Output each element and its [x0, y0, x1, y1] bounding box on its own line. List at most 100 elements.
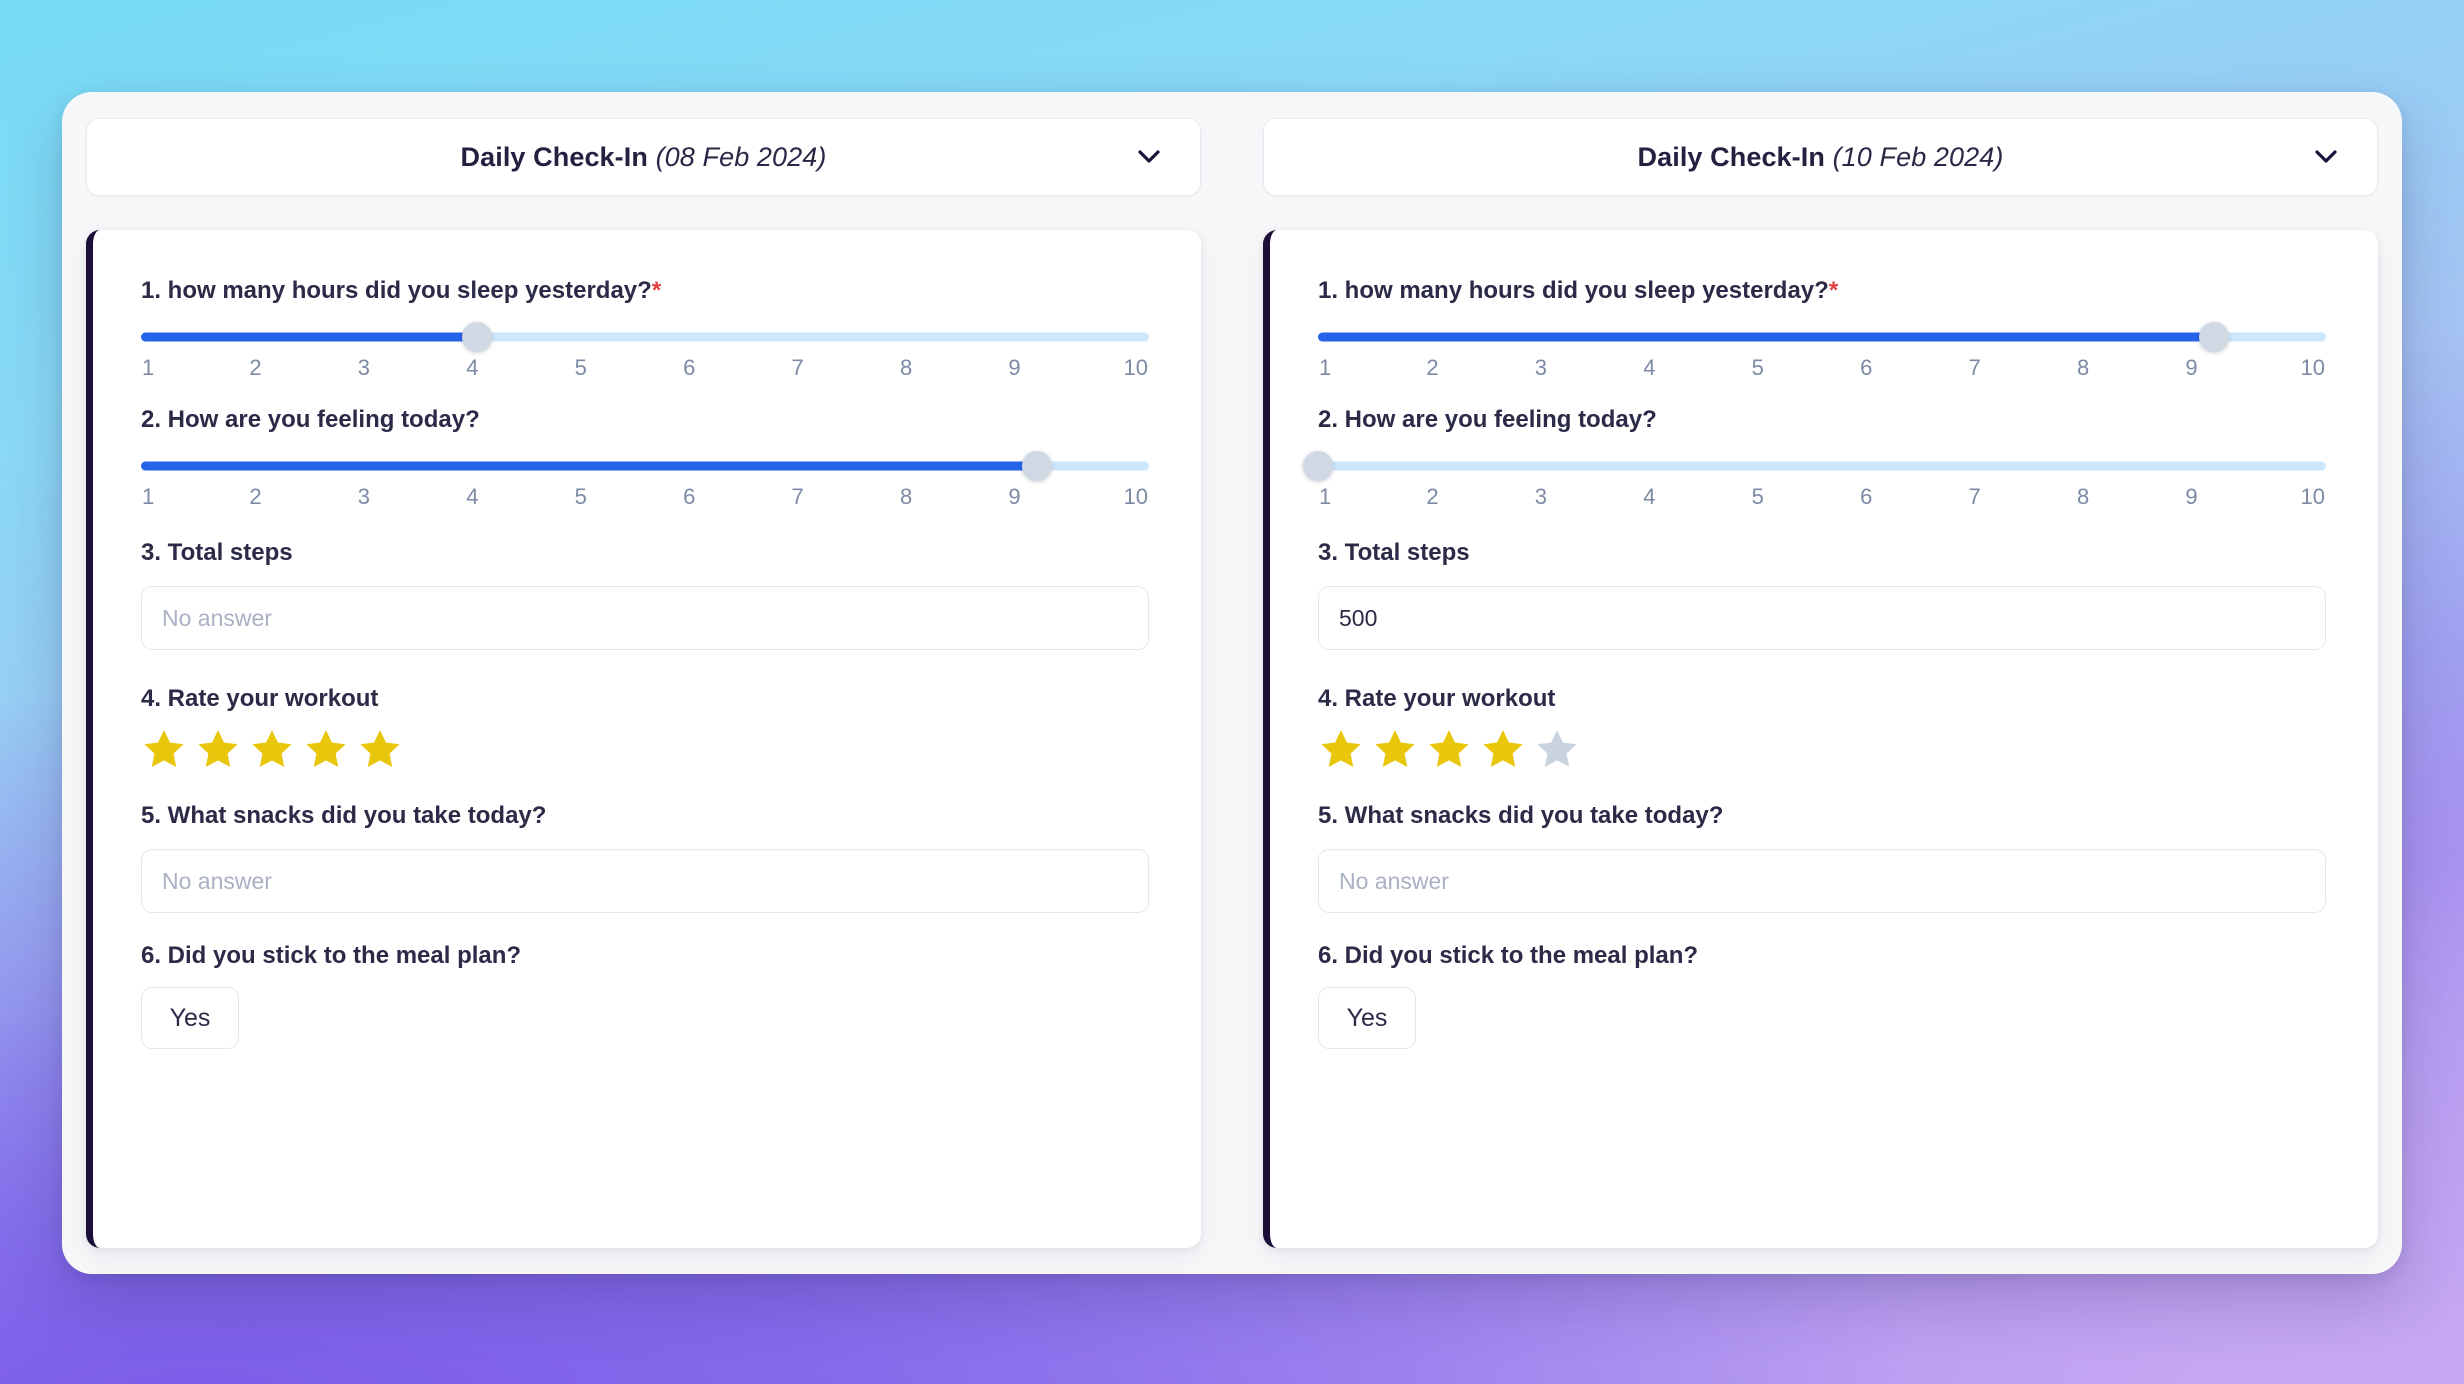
question-block: 2. How are you feeling today? 1 2 3 4 5 6 7 8 9 10 [141, 405, 1149, 510]
choice-wrapper: Yes [141, 971, 1149, 1049]
slider-tick-label: 7 [791, 355, 804, 380]
required-asterisk: * [651, 277, 662, 304]
required-asterisk: * [1828, 277, 1839, 304]
question-label: 5. What snacks did you take today? [141, 801, 1149, 831]
slider-tick-label: 6 [683, 484, 696, 509]
star-icon[interactable] [1426, 727, 1472, 773]
slider[interactable]: 1 2 3 4 5 6 7 8 9 10 [1318, 306, 2326, 381]
slider-tick-label: 6 [1860, 355, 1873, 380]
answers-card: 1. how many hours did you sleep yesterda… [86, 230, 1201, 1248]
question-label: 2. How are you feeling today? [1318, 405, 2326, 435]
star-icon[interactable] [357, 727, 403, 773]
checkin-column: Daily Check-In (08 Feb 2024) 1. how many … [86, 118, 1201, 1248]
slider-thumb[interactable] [462, 322, 492, 352]
star-icon[interactable] [1318, 727, 1364, 773]
slider-tick-label: 7 [1968, 484, 1981, 509]
slider[interactable]: 1 2 3 4 5 6 7 8 9 10 [1303, 435, 2326, 510]
text-field-wrapper: No answer [141, 568, 1149, 650]
text-field-wrapper: 500 [1318, 568, 2326, 650]
slider-tick-label: 6 [1860, 484, 1873, 509]
slider-fill [141, 332, 477, 342]
chevron-down-icon[interactable] [1138, 146, 1160, 168]
slider-tick-label: 5 [574, 484, 587, 509]
slider-thumb[interactable] [2199, 322, 2229, 352]
question-label: 4. Rate your workout [1318, 684, 2326, 714]
question-label: 5. What snacks did you take today? [1318, 801, 2326, 831]
question-text: 3. Total steps [141, 539, 293, 566]
star-rating[interactable] [141, 714, 1149, 773]
chevron-down-icon[interactable] [2315, 146, 2337, 168]
star-rating[interactable] [1318, 714, 2326, 773]
slider-track-row[interactable] [1318, 322, 2326, 352]
star-icon[interactable] [249, 727, 295, 773]
checkin-header-0[interactable]: Daily Check-In (08 Feb 2024) [86, 118, 1201, 196]
question-text: 3. Total steps [1318, 539, 1470, 566]
answer-text-input[interactable]: 500 [1318, 586, 2326, 650]
answer-text-input[interactable]: No answer [141, 586, 1149, 650]
star-icon[interactable] [1372, 727, 1418, 773]
slider-tick-label: 8 [2076, 484, 2090, 509]
checkin-header-1[interactable]: Daily Check-In (10 Feb 2024) [1263, 118, 2378, 196]
slider-fill [1318, 332, 2214, 342]
slider-tick-label: 10 [2300, 484, 2325, 509]
slider-tick-label: 4 [1643, 355, 1656, 380]
slider-tick-label: 2 [1426, 484, 1439, 509]
answer-placeholder: No answer [162, 604, 272, 631]
slider-tick-label: 8 [899, 484, 913, 509]
slider-tick-label: 9 [1008, 484, 1021, 509]
question-label: 1. how many hours did you sleep yesterda… [141, 276, 1149, 306]
slider[interactable]: 1 2 3 4 5 6 7 8 9 10 [141, 306, 1149, 381]
question-text: 6. Did you stick to the meal plan? [1318, 942, 1699, 969]
question-label: 3. Total steps [141, 538, 1149, 568]
question-text: 2. How are you feeling today? [141, 406, 480, 433]
checkin-name: Daily Check-In [1637, 141, 1825, 172]
slider-track [1318, 461, 2326, 471]
slider-tick-label: 5 [1751, 484, 1764, 509]
question-block: 6. Did you stick to the meal plan? Yes [1318, 941, 2326, 1049]
slider-track-row[interactable] [141, 451, 1149, 481]
slider-tick-labels: 1 2 3 4 5 6 7 8 9 10 [141, 355, 1149, 381]
star-icon[interactable] [303, 727, 349, 773]
slider-tick-label: 3 [1534, 484, 1547, 509]
slider-tick-label: 10 [1123, 355, 1148, 380]
choice-answer-button[interactable]: Yes [141, 987, 239, 1049]
slider-thumb[interactable] [1022, 451, 1052, 481]
question-block: 4. Rate your workout [141, 684, 1149, 773]
question-block: 1. how many hours did you sleep yesterda… [141, 276, 1149, 381]
slider-thumb[interactable] [1303, 451, 1333, 481]
answer-value: 500 [1339, 604, 1378, 631]
answer-text-input[interactable]: No answer [141, 849, 1149, 913]
slider-tick-label: 1 [1319, 484, 1332, 509]
question-block: 2. How are you feeling today? 1 2 3 4 5 6 7 8 9 10 [1303, 405, 2326, 510]
checkin-column: Daily Check-In (10 Feb 2024) 1. how many … [1263, 118, 2378, 1248]
slider-tick-label: 1 [142, 355, 155, 380]
slider-tick-label: 1 [142, 484, 155, 509]
slider-tick-label: 4 [466, 355, 479, 380]
question-text: 4. Rate your workout [1318, 685, 1556, 712]
slider-fill [141, 461, 1037, 471]
slider[interactable]: 1 2 3 4 5 6 7 8 9 10 [141, 435, 1149, 510]
question-block: 1. how many hours did you sleep yesterda… [1318, 276, 2326, 381]
question-label: 2. How are you feeling today? [141, 405, 1149, 435]
choice-answer-button[interactable]: Yes [1318, 987, 1416, 1049]
answers-card: 1. how many hours did you sleep yesterda… [1263, 230, 2378, 1248]
checkin-header-title: Daily Check-In (08 Feb 2024) [461, 142, 827, 173]
question-label: 6. Did you stick to the meal plan? [1318, 941, 2326, 971]
answer-text-input[interactable]: No answer [1318, 849, 2326, 913]
slider-track-row[interactable] [1303, 451, 2326, 481]
question-text: 1. how many hours did you sleep yesterda… [141, 277, 652, 304]
question-block: 5. What snacks did you take today? No ans… [1318, 801, 2326, 913]
slider-tick-label: 7 [1968, 355, 1981, 380]
slider-tick-labels: 1 2 3 4 5 6 7 8 9 10 [1318, 484, 2326, 510]
slider-tick-label: 9 [2185, 484, 2198, 509]
star-icon[interactable] [1534, 727, 1580, 773]
slider-tick-label: 4 [1643, 484, 1656, 509]
star-icon[interactable] [195, 727, 241, 773]
slider-tick-label: 2 [249, 484, 262, 509]
slider-tick-label: 9 [2185, 355, 2198, 380]
star-icon[interactable] [1480, 727, 1526, 773]
star-icon[interactable] [141, 727, 187, 773]
slider-tick-label: 3 [357, 484, 370, 509]
slider-track-row[interactable] [141, 322, 1149, 352]
question-block: 5. What snacks did you take today? No ans… [141, 801, 1149, 913]
